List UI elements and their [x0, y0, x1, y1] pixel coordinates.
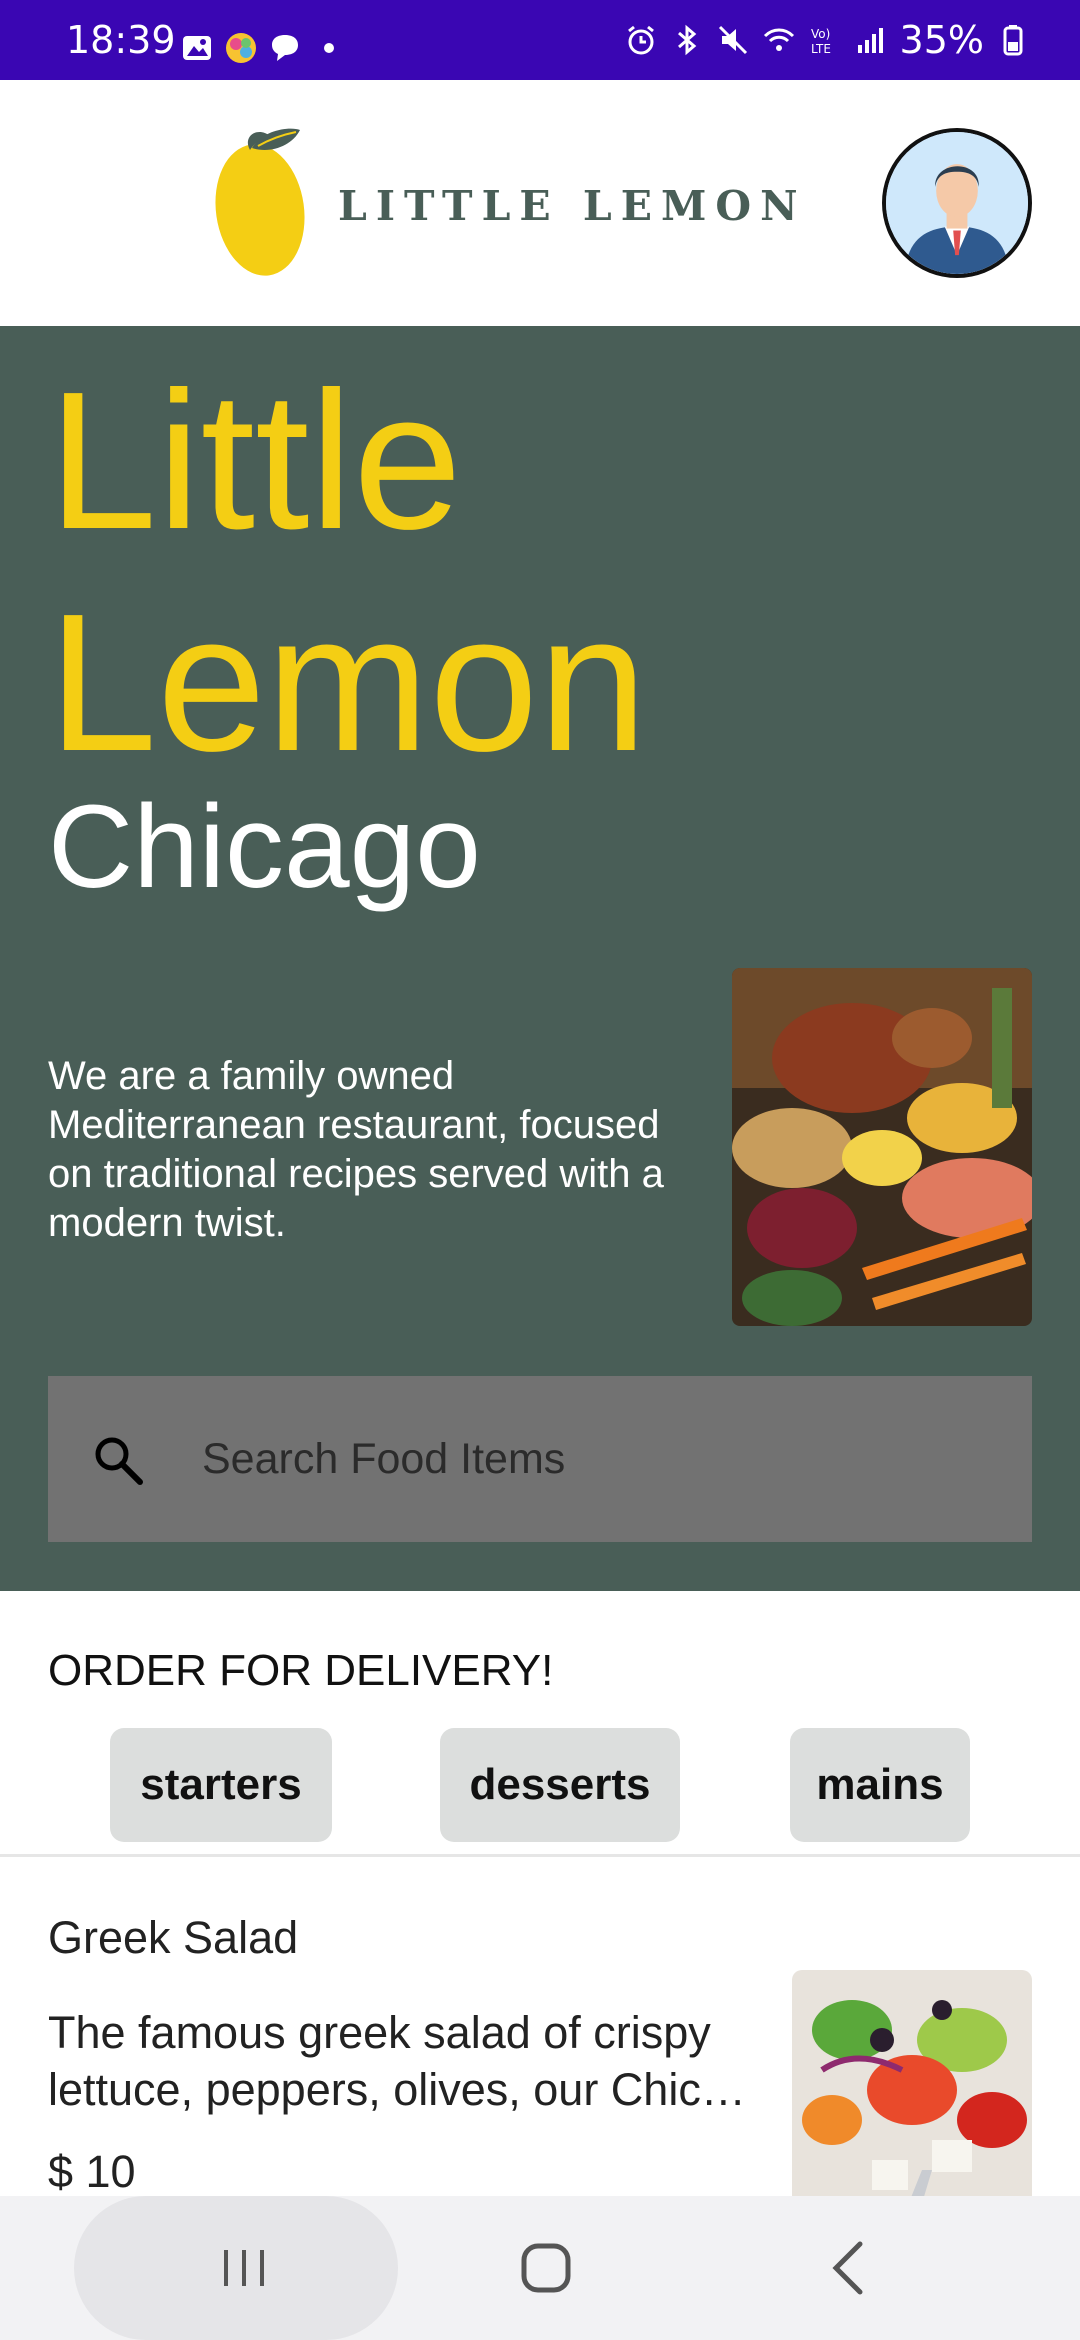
mute-icon — [718, 25, 747, 55]
menu-item-price: $ 10 — [48, 2146, 136, 2197]
system-status-icons: Vo) LTE 35% — [624, 18, 1030, 62]
status-bar: 18:39 Vo) LTE 35% — [0, 0, 1080, 80]
bluetooth-icon — [677, 24, 696, 56]
order-title: ORDER FOR DELIVERY! — [48, 1646, 554, 1695]
menu-item-description: The famous greek salad of crispy lettuce… — [48, 2007, 746, 2115]
profile-avatar-button[interactable] — [882, 128, 1032, 278]
system-navigation-bar — [0, 2196, 1080, 2340]
alarm-icon — [627, 25, 654, 55]
menu-item-image — [792, 1970, 1032, 2220]
hero-title: Little Lemon — [48, 350, 647, 794]
app-screen: 18:39 Vo) LTE 35% LITTLE LEMON Little Le… — [0, 0, 1080, 2340]
signal-icon — [857, 28, 883, 53]
back-button[interactable] — [814, 2232, 886, 2304]
profile-avatar-icon — [886, 132, 1028, 274]
search-icon — [95, 1437, 143, 1485]
food-ingredients-image — [732, 968, 1032, 1326]
category-chip-starters[interactable]: starters — [110, 1728, 332, 1842]
hero-title-line2: Lemon — [48, 573, 648, 792]
hero-title-line1: Little — [48, 351, 463, 570]
hero-city: Chicago — [48, 781, 481, 913]
search-bar[interactable] — [48, 1376, 1032, 1542]
divider — [0, 1854, 1080, 1857]
hero-description: We are a family owned Mediterranean rest… — [48, 1054, 664, 1245]
hero-image — [732, 968, 1032, 1326]
category-chip-desserts[interactable]: desserts — [440, 1728, 680, 1842]
category-chip-mains[interactable]: mains — [790, 1728, 970, 1842]
status-time: 18:39 — [66, 18, 176, 62]
search-input[interactable] — [202, 1416, 1002, 1502]
svg-text:LTE: LTE — [811, 42, 831, 56]
greek-salad-image — [792, 1970, 1032, 2220]
notification-icons — [180, 28, 346, 68]
gallery-icon — [183, 36, 211, 60]
battery-icon — [1003, 25, 1023, 56]
lemon-logo-icon — [215, 128, 305, 276]
home-button[interactable] — [510, 2232, 582, 2304]
dot-icon — [324, 43, 334, 53]
message-icon — [272, 35, 298, 61]
battery-percent: 35% — [899, 18, 984, 62]
logo-text: LITTLE LEMON — [338, 182, 807, 230]
recent-apps-button[interactable] — [208, 2232, 280, 2304]
svg-text:Vo): Vo) — [811, 27, 830, 41]
menu-item-name: Greek Salad — [48, 1912, 299, 1963]
home-icon — [521, 2243, 571, 2293]
wifi-icon — [763, 28, 794, 51]
lte-icon: Vo)LTE — [811, 27, 831, 56]
recent-apps-icon — [224, 2250, 264, 2286]
app-notification-icon — [226, 33, 256, 63]
back-icon — [832, 2241, 863, 2295]
